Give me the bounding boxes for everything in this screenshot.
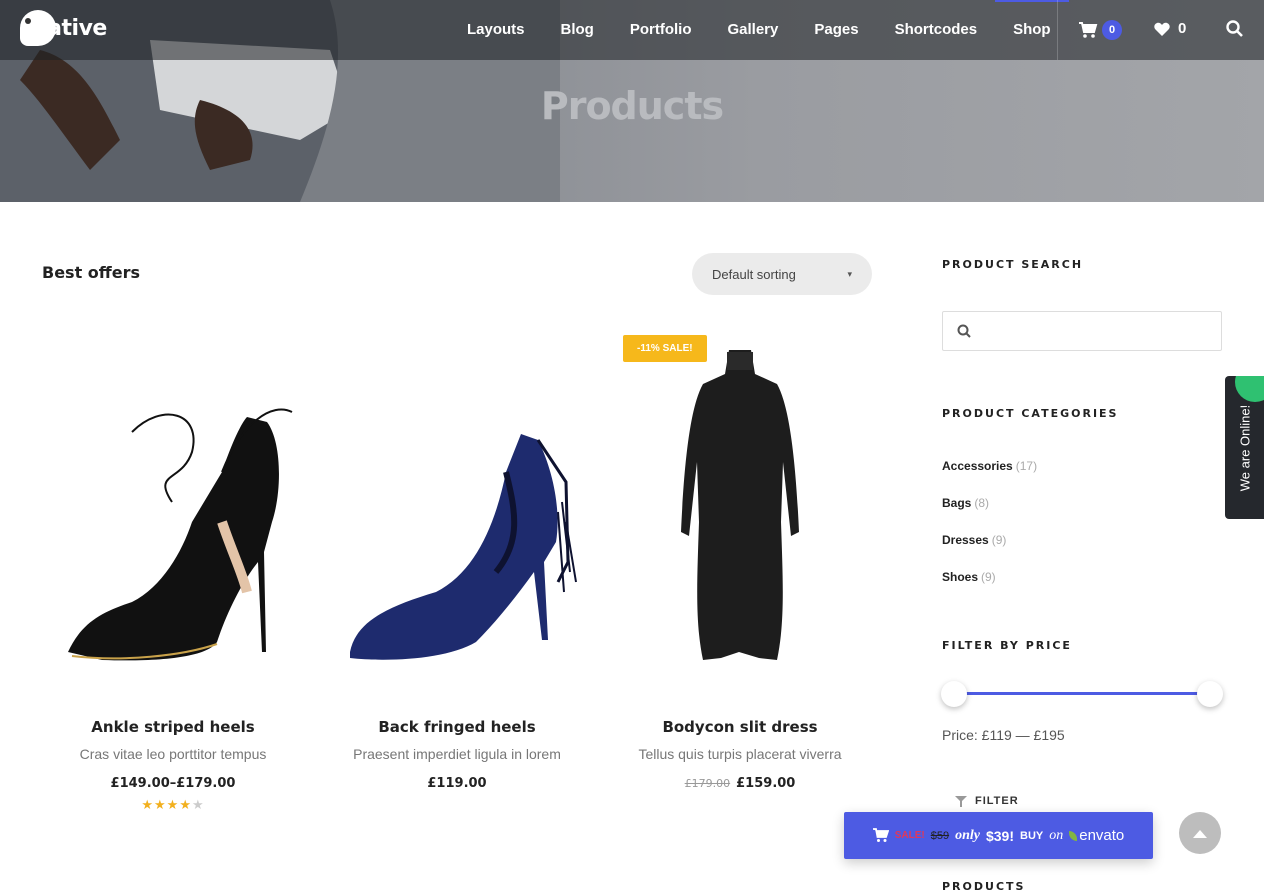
- cart-button[interactable]: 0: [1079, 20, 1122, 40]
- heel-shoe-image: [68, 408, 293, 661]
- cart-icon: [872, 828, 889, 842]
- product-card[interactable]: Back fringed heels Praesent imperdiet li…: [326, 322, 588, 791]
- product-price: £179.00 £159.00: [684, 776, 796, 791]
- product-name[interactable]: Back fringed heels: [326, 718, 588, 736]
- sort-selected-value: Default sorting: [712, 266, 796, 282]
- category-link-accessories[interactable]: Accessories (17): [942, 459, 1037, 473]
- chevron-up-icon: [1193, 829, 1207, 838]
- filter-by-price-heading: FILTER BY PRICE: [942, 639, 1072, 652]
- envato-logo: envato: [1069, 827, 1124, 844]
- main-menu: Layouts Blog Portfolio Gallery Pages Sho…: [449, 0, 1069, 60]
- site-logo[interactable]: native: [20, 10, 107, 46]
- price-slider-track[interactable]: [955, 692, 1210, 695]
- wishlist-count: 0: [1178, 20, 1187, 37]
- product-description: Praesent imperdiet ligula in lorem: [353, 746, 561, 762]
- product-categories-heading: PRODUCT CATEGORIES: [942, 407, 1119, 420]
- wishlist-button[interactable]: 0: [1154, 20, 1186, 37]
- banner-buy-text: BUY: [1020, 829, 1044, 842]
- banner-sale-text: SALE!: [894, 830, 925, 841]
- star-empty-icon: ★: [191, 797, 205, 812]
- online-status-icon: [1235, 376, 1264, 402]
- banner-only-text: only: [955, 827, 980, 843]
- product-name[interactable]: Bodycon slit dress: [609, 718, 871, 736]
- category-link-dresses[interactable]: Dresses (9): [942, 533, 1006, 547]
- banner-on-text: on: [1049, 827, 1064, 843]
- product-description: Cras vitae leo porttitor tempus: [79, 746, 267, 762]
- price-range-label: Price: £119 — £195: [942, 727, 1065, 743]
- search-icon: [957, 324, 971, 338]
- page-title: Products: [540, 84, 724, 128]
- filter-button[interactable]: FILTER: [955, 795, 1019, 807]
- product-card[interactable]: Bodycon slit dress Tellus quis turpis pl…: [609, 322, 871, 791]
- star-icon: ★: [154, 797, 167, 812]
- pump-shoe-image: [350, 434, 577, 660]
- product-price: £149.00–£179.00: [110, 776, 236, 791]
- envato-leaf-icon: [1069, 830, 1078, 841]
- category-link-shoes[interactable]: Shoes (9): [942, 570, 996, 584]
- chevron-down-icon: ▾: [847, 268, 852, 279]
- live-chat-tab[interactable]: We are Online!: [1225, 376, 1264, 519]
- top-navigation: native Layouts Blog Portfolio Gallery Pa…: [0, 0, 1264, 60]
- price-slider-max-handle[interactable]: [1197, 681, 1223, 707]
- filter-button-label: FILTER: [975, 795, 1019, 807]
- product-rating: ★★★★★: [42, 797, 304, 813]
- section-title: Best offers: [42, 263, 141, 282]
- menu-item-layouts[interactable]: Layouts: [449, 0, 543, 60]
- product-name[interactable]: Ankle striped heels: [42, 718, 304, 736]
- logo-text: native: [32, 16, 107, 41]
- product-card[interactable]: Ankle striped heels Cras vitae leo portt…: [42, 322, 304, 813]
- product-price: £119.00: [427, 776, 487, 791]
- dress-image: [681, 350, 799, 660]
- heart-icon: [1154, 22, 1170, 36]
- menu-item-pages[interactable]: Pages: [796, 0, 876, 60]
- product-search-heading: PRODUCT SEARCH: [942, 258, 1084, 271]
- sale-badge: -11% SALE!: [623, 335, 707, 362]
- products-heading: PRODUCTS: [942, 880, 1026, 890]
- cart-icon: [1079, 21, 1098, 38]
- back-to-top-button[interactable]: [1179, 812, 1221, 854]
- banner-price: $39!: [985, 827, 1014, 844]
- product-old-price: £179.00: [684, 777, 731, 790]
- menu-item-blog[interactable]: Blog: [543, 0, 612, 60]
- cart-count-badge: 0: [1102, 20, 1122, 40]
- product-search-input[interactable]: [942, 311, 1222, 351]
- sort-select[interactable]: Default sorting ▾: [692, 253, 872, 295]
- price-slider-min-handle[interactable]: [941, 681, 967, 707]
- product-image[interactable]: [42, 322, 304, 702]
- funnel-icon: [955, 795, 967, 807]
- header-search-button[interactable]: [1226, 20, 1243, 42]
- banner-old-price: $59: [930, 829, 950, 842]
- star-icon: ★: [179, 797, 192, 812]
- category-link-bags[interactable]: Bags (8): [942, 496, 989, 510]
- live-chat-label: We are Online!: [1237, 404, 1253, 492]
- nav-divider: [1057, 0, 1058, 60]
- search-icon: [1226, 20, 1243, 37]
- product-image[interactable]: [326, 322, 588, 702]
- star-icon: ★: [141, 797, 155, 812]
- menu-item-gallery[interactable]: Gallery: [710, 0, 797, 60]
- product-description: Tellus quis turpis placerat viverra: [638, 746, 842, 762]
- menu-item-shortcodes[interactable]: Shortcodes: [877, 0, 996, 60]
- menu-item-portfolio[interactable]: Portfolio: [612, 0, 710, 60]
- buy-on-envato-banner[interactable]: SALE! $59 only $39! BUY on envato: [844, 812, 1153, 859]
- product-image[interactable]: [609, 322, 871, 702]
- star-icon: ★: [166, 797, 180, 812]
